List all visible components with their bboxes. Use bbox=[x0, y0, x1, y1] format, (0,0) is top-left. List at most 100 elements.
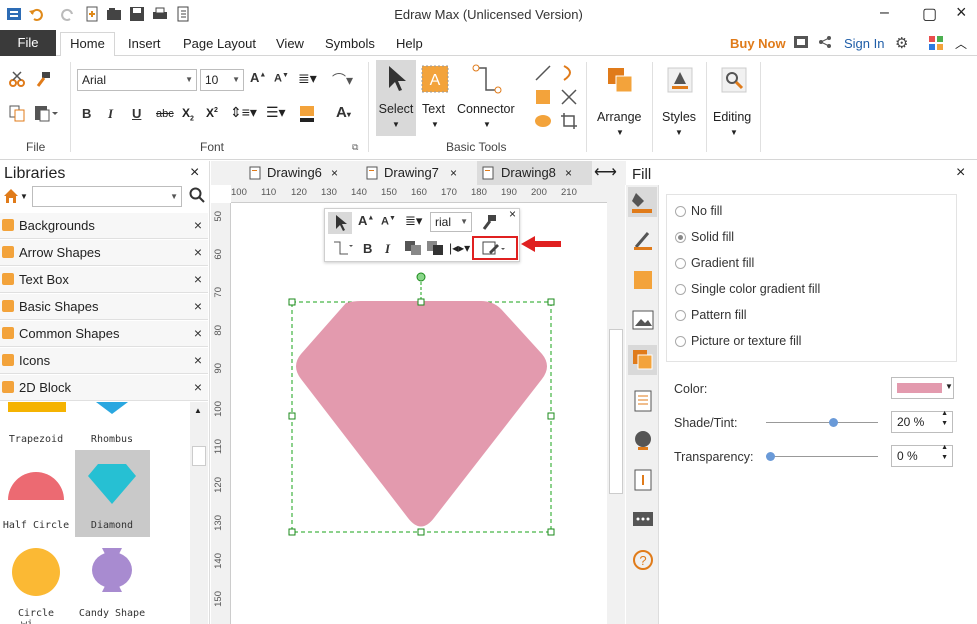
library-item-text-box[interactable]: Text Box × bbox=[0, 267, 208, 293]
styles-label[interactable]: Styles bbox=[662, 110, 696, 124]
close-fill-panel-icon[interactable]: × bbox=[956, 164, 965, 182]
grow-font-button[interactable]: A▲ bbox=[358, 213, 374, 228]
italic-button[interactable]: I bbox=[385, 241, 390, 257]
radio-picture-fill[interactable] bbox=[675, 336, 686, 347]
scroll-up-icon[interactable]: ▲ bbox=[194, 406, 202, 415]
library-search-input[interactable]: ▼ bbox=[32, 186, 182, 207]
dropdown-arrow[interactable]: ▼ bbox=[20, 192, 28, 201]
close-icon[interactable]: × bbox=[194, 325, 202, 341]
scroll-thumb[interactable] bbox=[609, 329, 623, 494]
subscript-button[interactable]: X2 bbox=[182, 106, 194, 122]
font-select[interactable]: rial ▼ bbox=[430, 212, 472, 232]
circle-with-wave-shape[interactable] bbox=[10, 546, 62, 598]
home-icon[interactable] bbox=[3, 188, 19, 204]
shrink-font-button[interactable]: A▼ bbox=[381, 215, 396, 228]
dropdown-arrow[interactable]: ▼ bbox=[730, 128, 738, 137]
radio-solid-fill[interactable] bbox=[675, 232, 686, 243]
close-button[interactable]: × bbox=[956, 2, 967, 23]
underline-button[interactable]: U bbox=[132, 106, 141, 121]
tab-help[interactable]: Help bbox=[396, 36, 423, 51]
sign-in-link[interactable]: Sign In bbox=[844, 36, 884, 51]
connector-label[interactable]: Connector bbox=[457, 102, 515, 116]
text-direction-icon[interactable]: ⌒▾ bbox=[332, 70, 353, 90]
trapezoid-shape[interactable] bbox=[8, 402, 66, 412]
option-label[interactable]: Solid fill bbox=[691, 230, 734, 244]
libraries-scrollbar[interactable]: ▲ bbox=[190, 402, 208, 624]
diamond-shape[interactable] bbox=[86, 462, 138, 506]
close-libraries-icon[interactable]: × bbox=[190, 164, 199, 182]
expand-panel-icon[interactable]: ⟷ bbox=[594, 161, 617, 185]
close-icon[interactable]: × bbox=[565, 161, 572, 185]
search-icon[interactable] bbox=[189, 187, 205, 203]
bold-button[interactable]: B bbox=[82, 106, 91, 121]
format-painter-icon[interactable] bbox=[34, 70, 52, 88]
transparency-input[interactable]: 0 % ▲ ▼ bbox=[891, 444, 953, 467]
font-name-select[interactable]: Arial ▼ bbox=[77, 69, 197, 91]
half-circle-shape[interactable] bbox=[6, 468, 66, 500]
highlight-color-icon[interactable] bbox=[298, 104, 320, 124]
candy-shape[interactable] bbox=[88, 544, 136, 596]
rotation-handle[interactable] bbox=[416, 272, 426, 282]
font-dialog-icon[interactable]: ⧉ bbox=[352, 142, 358, 153]
pointer-icon[interactable] bbox=[328, 212, 352, 234]
tab-home[interactable]: Home bbox=[60, 32, 115, 57]
close-icon[interactable]: × bbox=[194, 352, 202, 368]
option-label[interactable]: Pattern fill bbox=[691, 308, 747, 322]
crop-tool-icon[interactable] bbox=[560, 112, 578, 130]
share-screen-icon[interactable] bbox=[793, 35, 809, 49]
font-size-select[interactable]: 10 ▼ bbox=[200, 69, 244, 91]
radio-single-gradient-fill[interactable] bbox=[675, 284, 686, 295]
scroll-thumb[interactable] bbox=[192, 446, 206, 466]
selected-diamond-shape[interactable] bbox=[296, 301, 547, 527]
align-icon[interactable]: ≣▾ bbox=[405, 213, 422, 229]
shrink-font-button[interactable]: A▼ bbox=[274, 72, 289, 85]
close-icon[interactable]: × bbox=[331, 161, 338, 185]
transparency-slider-track[interactable] bbox=[766, 456, 878, 457]
radio-gradient-fill[interactable] bbox=[675, 258, 686, 269]
library-item-icons[interactable]: Icons × bbox=[0, 348, 208, 374]
format-painter-icon[interactable] bbox=[480, 213, 498, 231]
connector-style-icon[interactable] bbox=[331, 239, 353, 257]
spinner-arrows[interactable]: ▲ ▼ bbox=[941, 409, 948, 429]
library-item-basic-shapes[interactable]: Basic Shapes × bbox=[0, 294, 208, 320]
italic-button[interactable]: I bbox=[108, 106, 113, 122]
bold-button[interactable]: B bbox=[363, 241, 372, 256]
dropdown-arrow[interactable]: ▼ bbox=[616, 128, 624, 137]
close-icon[interactable]: × bbox=[450, 161, 457, 185]
canvas-scrollbar[interactable] bbox=[607, 185, 625, 624]
transparency-slider-thumb[interactable] bbox=[766, 452, 775, 461]
file-menu[interactable]: File bbox=[0, 30, 56, 56]
bullets-icon[interactable]: ☰▾ bbox=[266, 104, 286, 121]
close-icon[interactable]: × bbox=[194, 217, 202, 233]
close-icon[interactable]: × bbox=[194, 379, 202, 395]
buy-now-link[interactable]: Buy Now bbox=[730, 36, 786, 51]
color-picker[interactable]: ▼ bbox=[891, 377, 954, 399]
tab-symbols[interactable]: Symbols bbox=[325, 36, 375, 51]
library-item-backgrounds[interactable]: Backgrounds × bbox=[0, 213, 208, 239]
close-icon[interactable]: × bbox=[194, 271, 202, 287]
option-label[interactable]: No fill bbox=[691, 204, 722, 218]
dropdown-arrow[interactable]: ▼ bbox=[431, 120, 439, 129]
shade-slider-track[interactable] bbox=[766, 422, 878, 423]
radio-no-fill[interactable] bbox=[675, 206, 686, 217]
close-icon[interactable]: × bbox=[194, 244, 202, 260]
rhombus-shape[interactable] bbox=[92, 402, 132, 414]
font-color-button[interactable]: A▾ bbox=[336, 104, 351, 121]
tab-drawing7[interactable]: Drawing7 bbox=[384, 161, 439, 185]
paste-icon[interactable] bbox=[34, 104, 58, 122]
tab-drawing8[interactable]: Drawing8 bbox=[501, 161, 556, 185]
select-tool-button[interactable]: Select ▼ bbox=[376, 60, 416, 136]
styles-icon[interactable] bbox=[666, 66, 694, 94]
option-label[interactable]: Picture or texture fill bbox=[691, 334, 801, 348]
shade-tint-input[interactable]: 20 % ▲ ▼ bbox=[891, 409, 953, 433]
spacing-icon[interactable]: |◂▸▾ bbox=[449, 241, 470, 255]
collapse-ribbon-icon[interactable]: ︿ bbox=[955, 35, 967, 52]
tab-page-layout[interactable]: Page Layout bbox=[183, 36, 256, 51]
fill-style-icon[interactable] bbox=[481, 240, 507, 258]
strikethrough-button[interactable]: abc bbox=[156, 108, 174, 120]
cut-icon[interactable] bbox=[8, 70, 26, 88]
text-tool-icon[interactable]: A bbox=[420, 64, 450, 94]
rectangle-tool-icon[interactable] bbox=[534, 88, 552, 106]
shade-slider-thumb[interactable] bbox=[829, 418, 839, 427]
library-item-arrow-shapes[interactable]: Arrow Shapes × bbox=[0, 240, 208, 266]
